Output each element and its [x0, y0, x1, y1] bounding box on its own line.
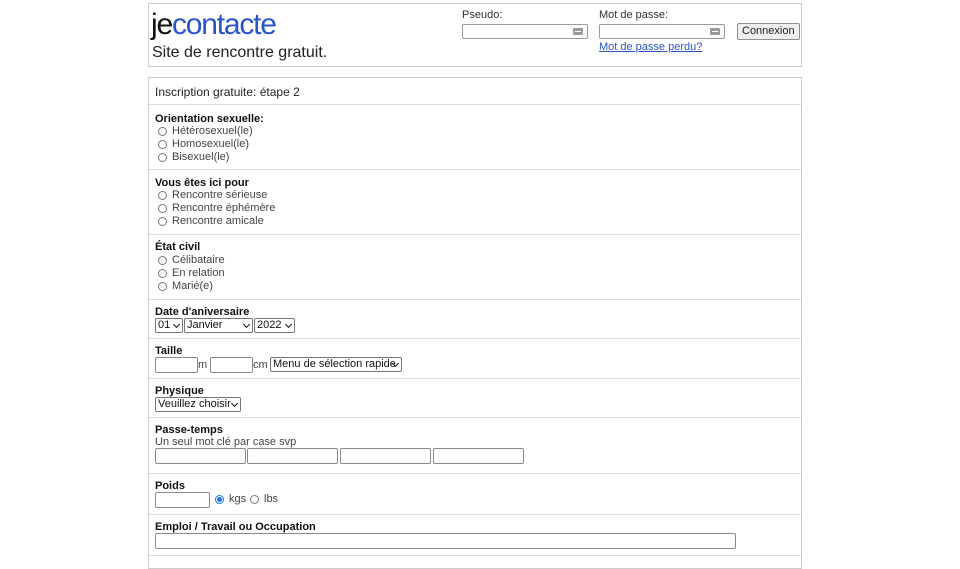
radio-single[interactable]: Célibataire [158, 254, 225, 266]
section-purpose: Vous êtes ici pour Rencontre sérieuse Re… [149, 169, 801, 234]
select-value: 2022 [257, 319, 282, 331]
chevron-down-icon [172, 320, 181, 329]
job-title: Emploi / Travail ou Occupation [155, 521, 316, 533]
birthday-year-select[interactable]: 2022 [254, 318, 295, 333]
header-box: jecontacte Site de rencontre gratuit. Ps… [148, 3, 802, 67]
radio-circle-checked[interactable] [215, 494, 224, 504]
radio-kgs[interactable]: kgs [215, 493, 246, 505]
height-quick-select[interactable]: Menu de sélection rapide [270, 357, 402, 372]
radio-label: Homosexuel(le) [172, 138, 250, 150]
radio-in-relationship[interactable]: En relation [158, 267, 225, 279]
chevron-down-icon [242, 320, 251, 329]
radio-circle[interactable] [158, 255, 167, 265]
select-value: 01 [158, 319, 171, 331]
radio-circle[interactable] [158, 126, 167, 136]
radio-label: Rencontre éphémère [172, 202, 276, 214]
radio-married[interactable]: Marié(e) [158, 280, 213, 292]
select-value: Menu de sélection rapide [273, 358, 396, 370]
radio-circle[interactable] [158, 152, 167, 162]
radio-circle[interactable] [158, 190, 167, 200]
radio-label: Hétérosexuel(le) [172, 125, 253, 137]
birthday-month-select[interactable]: Janvier [184, 318, 253, 333]
radio-label: Rencontre sérieuse [172, 189, 268, 201]
weight-input[interactable] [155, 492, 210, 508]
radio-label: kgs [229, 493, 247, 505]
section-civil-status: État civil Célibataire En relation Marié… [149, 234, 801, 299]
height-meters-input[interactable] [155, 357, 198, 373]
section-job: Emploi / Travail ou Occupation [149, 514, 801, 555]
logo-je: je [151, 8, 173, 41]
radio-label: Bisexuel(le) [172, 151, 230, 163]
section-next [149, 555, 801, 568]
select-value: Janvier [187, 319, 223, 331]
pseudo-input[interactable] [462, 24, 588, 39]
radio-circle[interactable] [250, 494, 259, 504]
height-title: Taille [155, 345, 183, 357]
unit-m: m [198, 359, 208, 371]
radio-homosexual[interactable]: Homosexuel(le) [158, 138, 249, 150]
hobby-input-2[interactable] [247, 448, 338, 464]
radio-heterosexual[interactable]: Hétérosexuel(le) [158, 125, 253, 137]
tagline: Site de rencontre gratuit. [152, 44, 328, 61]
section-orientation: Orientation sexuelle: Hétérosexuel(le) H… [149, 104, 801, 169]
registration-form: Inscription gratuite: étape 2 Orientatio… [148, 77, 802, 569]
password-input[interactable] [599, 24, 725, 39]
radio-label: En relation [172, 267, 225, 279]
site-logo[interactable]: jecontacte [151, 8, 277, 42]
height-cm-input[interactable] [210, 357, 253, 373]
radio-circle[interactable] [158, 139, 167, 149]
unit-cm: cm [253, 359, 268, 371]
radio-lbs[interactable]: lbs [250, 493, 278, 505]
hobbies-title: Passe-temps [155, 424, 223, 436]
civil-title: État civil [155, 241, 201, 253]
autofill-key-icon[interactable] [573, 28, 583, 35]
radio-label: lbs [264, 493, 279, 505]
radio-circle[interactable] [158, 203, 167, 213]
radio-friendly[interactable]: Rencontre amicale [158, 215, 264, 227]
chevron-down-icon [230, 399, 239, 408]
hobbies-hint: Un seul mot clé par case svp [155, 436, 297, 448]
purpose-title: Vous êtes ici pour [155, 177, 249, 189]
radio-label: Rencontre amicale [172, 215, 264, 227]
birthday-day-select[interactable]: 01 [155, 318, 183, 333]
orientation-title: Orientation sexuelle: [155, 113, 264, 125]
radio-ephemeral[interactable]: Rencontre éphémère [158, 202, 275, 214]
chevron-down-icon [284, 320, 293, 329]
logo-contacte: contacte [171, 8, 277, 41]
hobby-input-3[interactable] [340, 448, 431, 464]
physique-select[interactable]: Veuillez choisir [155, 397, 241, 412]
weight-title: Poids [155, 480, 185, 492]
hobby-input-4[interactable] [433, 448, 524, 464]
form-title: Inscription gratuite: étape 2 [155, 85, 300, 99]
section-hobbies: Passe-temps Un seul mot clé par case svp [149, 417, 801, 473]
hobby-input-1[interactable] [155, 448, 246, 464]
radio-bisexual[interactable]: Bisexuel(le) [158, 151, 229, 163]
section-weight: Poids kgs lbs [149, 473, 801, 514]
pseudo-label: Pseudo: [462, 9, 503, 21]
radio-circle[interactable] [158, 281, 167, 291]
radio-label: Marié(e) [172, 280, 213, 292]
physique-title: Physique [155, 385, 204, 397]
birthday-title: Date d'aniversaire [155, 306, 250, 318]
radio-serious[interactable]: Rencontre sérieuse [158, 189, 267, 201]
radio-circle[interactable] [158, 268, 167, 278]
job-input[interactable] [155, 533, 736, 549]
section-height: Taille m cm Menu de sélection rapide [149, 338, 801, 378]
section-birthday: Date d'aniversaire 01 Janvier 2022 [149, 299, 801, 338]
forgot-password-link[interactable]: Mot de passe perdu? [599, 41, 702, 53]
radio-circle[interactable] [158, 216, 167, 226]
login-button[interactable]: Connexion [737, 23, 800, 40]
select-value: Veuillez choisir [158, 398, 231, 410]
section-physique: Physique Veuillez choisir [149, 378, 801, 417]
autofill-key-icon[interactable] [710, 28, 720, 35]
password-label: Mot de passe: [599, 9, 669, 21]
radio-label: Célibataire [172, 254, 225, 266]
